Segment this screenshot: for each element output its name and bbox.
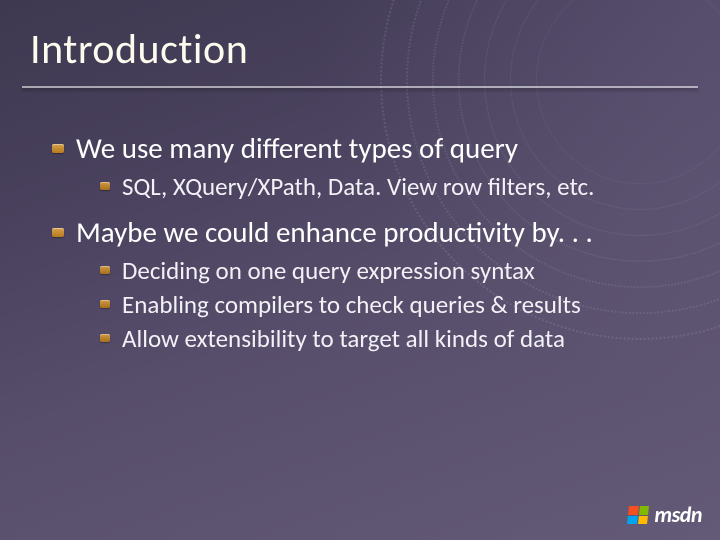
bullet-level2: SQL, XQuery/XPath, Data. View row filter… — [98, 170, 680, 204]
slide-body: We use many different types of query SQL… — [48, 130, 680, 366]
slide: Introduction We use many different types… — [0, 0, 720, 540]
bullet-level2: Enabling compilers to check queries & re… — [98, 288, 680, 322]
bullet-level2: Deciding on one query expression syntax — [98, 254, 680, 288]
msdn-logo-text: msdn — [654, 501, 702, 528]
bullet-text: Maybe we could enhance productivity by. … — [76, 214, 593, 250]
bullet-text: We use many different types of query — [76, 130, 518, 166]
bullet-level2: Allow extensibility to target all kinds … — [98, 322, 680, 356]
microsoft-flag-icon — [627, 506, 649, 524]
title-underline — [22, 86, 698, 88]
bullet-level1: Maybe we could enhance productivity by. … — [48, 214, 680, 356]
msdn-logo: msdn — [628, 501, 702, 528]
bullet-level1: We use many different types of query SQL… — [48, 130, 680, 204]
slide-title: Introduction — [30, 24, 248, 75]
